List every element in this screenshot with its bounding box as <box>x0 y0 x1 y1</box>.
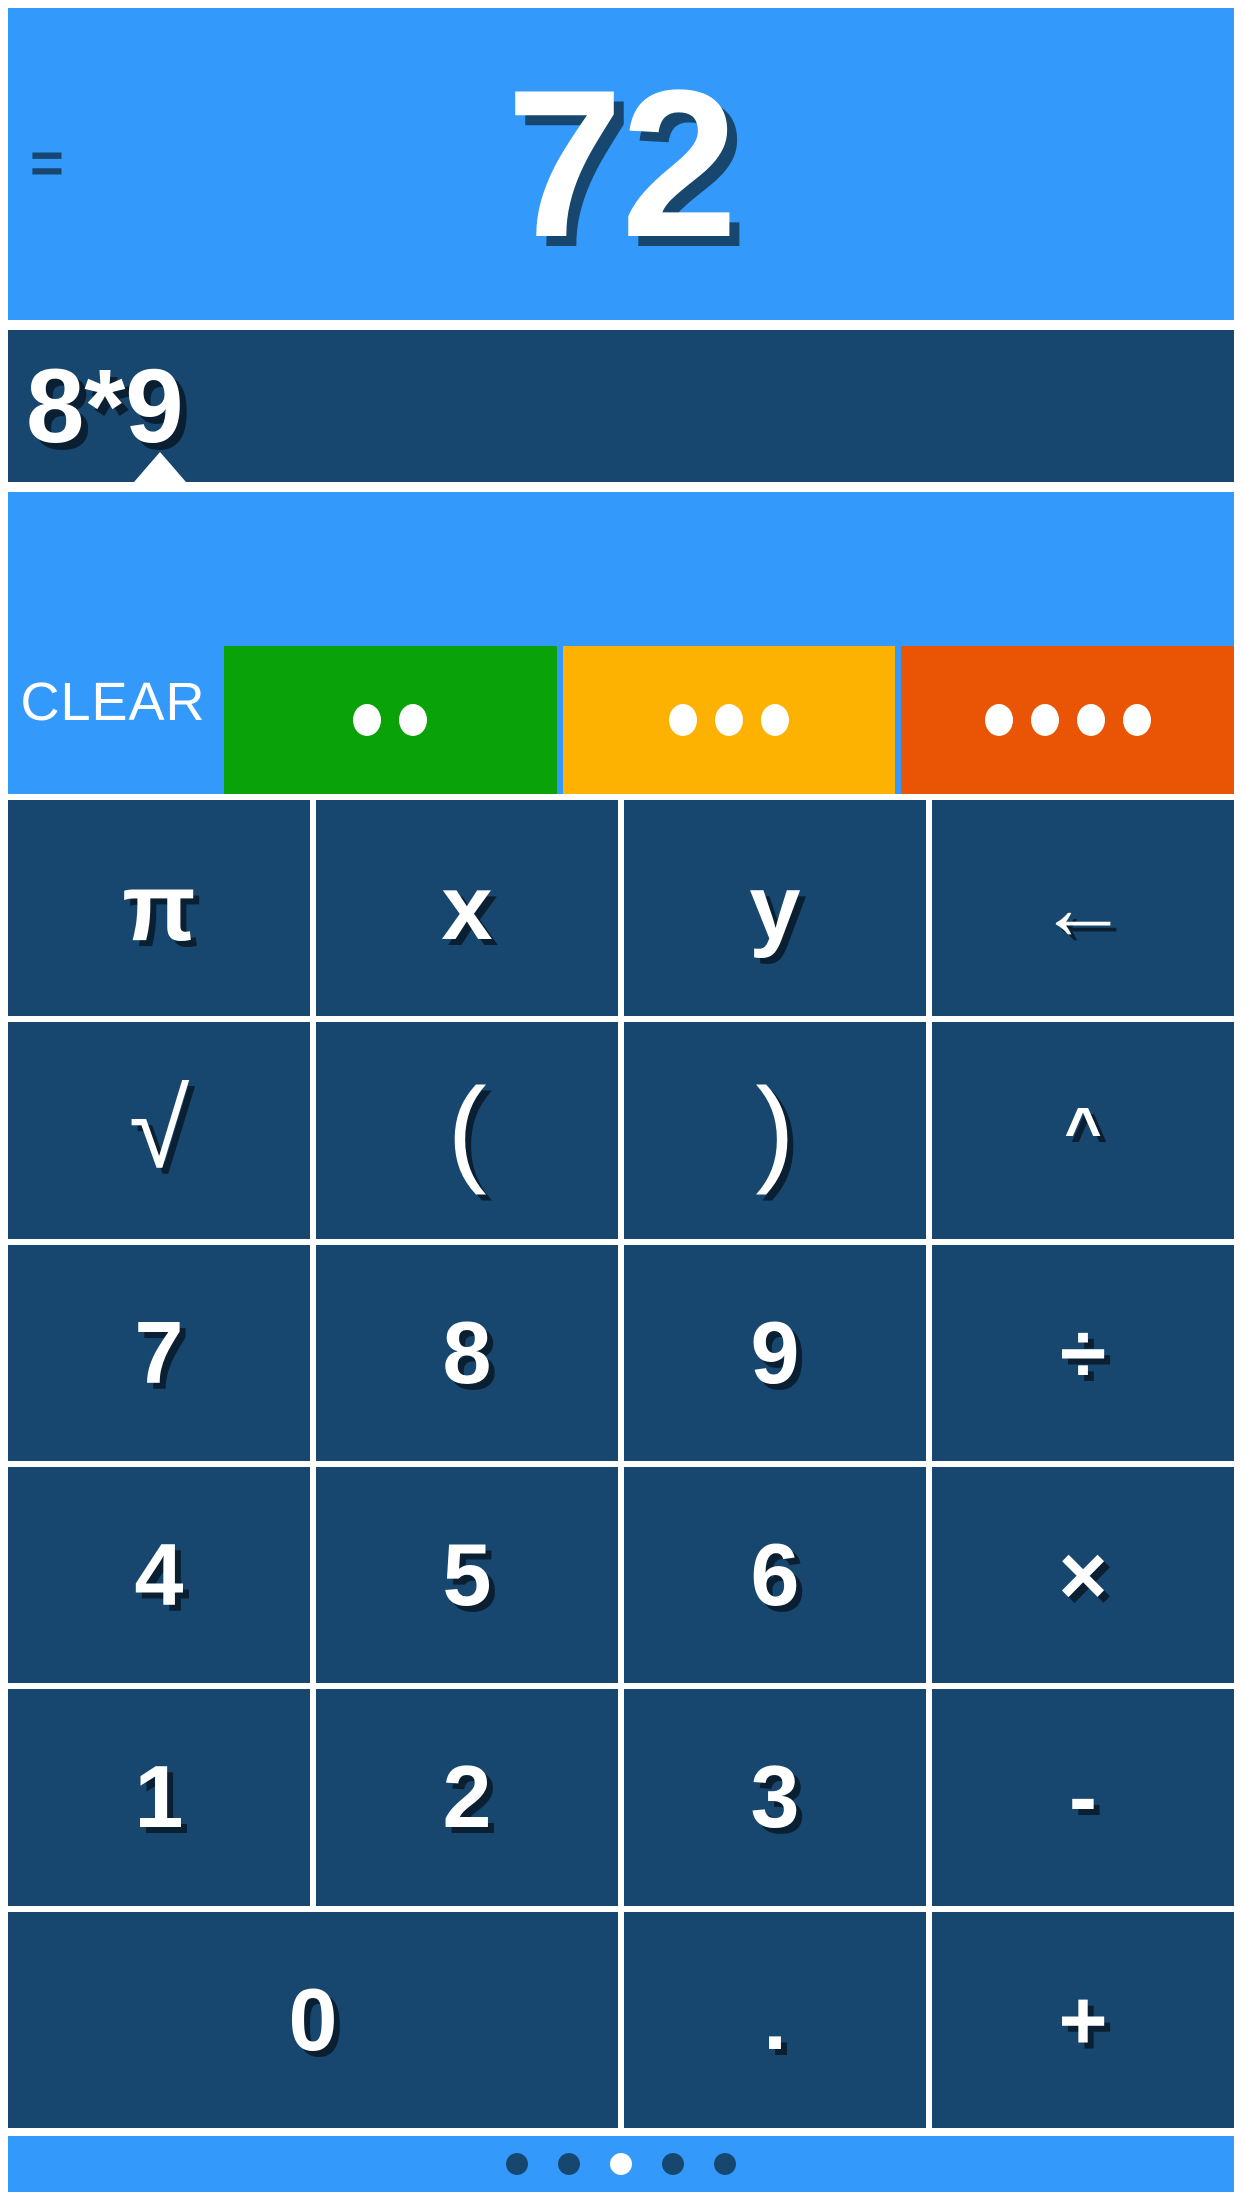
caret-triangle-icon <box>134 452 186 482</box>
result-display: = 72 <box>8 8 1234 320</box>
memory-button-row <box>224 646 1235 794</box>
equals-sign: = <box>30 131 64 196</box>
key-6[interactable]: 6 <box>624 1466 926 1684</box>
orange-dots-button[interactable] <box>901 646 1235 794</box>
expression-text: 8*9 <box>26 347 184 465</box>
keypad-row: 4 5 6 × <box>8 1466 1234 1684</box>
page-dot[interactable] <box>558 2153 580 2175</box>
keypad: π x y ← √() ^ 7 8 9 ÷ 4 5 6 × 1 2 3-0. + <box>8 800 1234 2128</box>
key-x[interactable]: x <box>316 800 618 1017</box>
page-indicator[interactable] <box>8 2136 1234 2192</box>
key-minus[interactable]: - <box>932 1689 1234 1906</box>
key-divide[interactable]: ÷ <box>932 1244 1234 1461</box>
page-dot[interactable] <box>714 2153 736 2175</box>
key-square-root[interactable]: √ <box>8 1022 310 1239</box>
dot-icon <box>353 704 382 736</box>
key-0[interactable]: 0 <box>8 1911 619 2128</box>
key-5[interactable]: 5 <box>316 1466 618 1684</box>
key-close-paren[interactable]: ) <box>624 1022 926 1239</box>
green-dots-button[interactable] <box>224 646 557 794</box>
key-1[interactable]: 1 <box>8 1689 310 1906</box>
keypad-row: √() ^ <box>8 1022 1234 1239</box>
key-plus[interactable]: + <box>932 1911 1234 2128</box>
dot-icon <box>399 704 428 736</box>
keypad-row: 0. + <box>8 1911 1234 2128</box>
dot-icon <box>669 704 697 736</box>
amber-dots-button[interactable] <box>562 646 896 794</box>
page-dot[interactable] <box>662 2153 684 2175</box>
keypad-row: π x y ← <box>8 800 1234 1017</box>
page-dot-active[interactable] <box>610 2153 632 2175</box>
key-pi[interactable]: π <box>8 800 310 1017</box>
calculator-app: = 72 8*9 CLEAR π x y ← √() ^ 7 8 9 ÷ 4 5 6 × 1 2 3-0. + <box>0 0 1242 2208</box>
clear-button[interactable]: CLEAR <box>8 492 218 794</box>
key-9[interactable]: 9 <box>624 1244 926 1461</box>
dot-icon <box>761 704 789 736</box>
keypad-row: 7 8 9 ÷ <box>8 1244 1234 1461</box>
key-8[interactable]: 8 <box>316 1244 618 1461</box>
dot-icon <box>1076 704 1105 736</box>
dot-icon <box>1122 704 1151 736</box>
key-decimal-point[interactable]: . <box>624 1911 926 2128</box>
keypad-row: 123- <box>8 1689 1234 1906</box>
clear-button-label: CLEAR <box>20 672 206 732</box>
dot-icon <box>984 704 1013 736</box>
result-value: 72 <box>506 46 738 281</box>
key-7[interactable]: 7 <box>8 1244 310 1461</box>
expression-input[interactable]: 8*9 <box>8 330 1234 482</box>
key-backspace[interactable]: ← <box>932 800 1234 1017</box>
key-multiply[interactable]: × <box>932 1466 1234 1684</box>
key-power[interactable]: ^ <box>932 1022 1234 1239</box>
key-2[interactable]: 2 <box>316 1689 618 1906</box>
page-dot[interactable] <box>506 2153 528 2175</box>
key-open-paren[interactable]: ( <box>316 1022 618 1239</box>
dot-icon <box>715 704 743 736</box>
key-4[interactable]: 4 <box>8 1466 310 1684</box>
key-3[interactable]: 3 <box>624 1689 926 1906</box>
key-y[interactable]: y <box>624 800 926 1017</box>
dot-icon <box>1030 704 1059 736</box>
